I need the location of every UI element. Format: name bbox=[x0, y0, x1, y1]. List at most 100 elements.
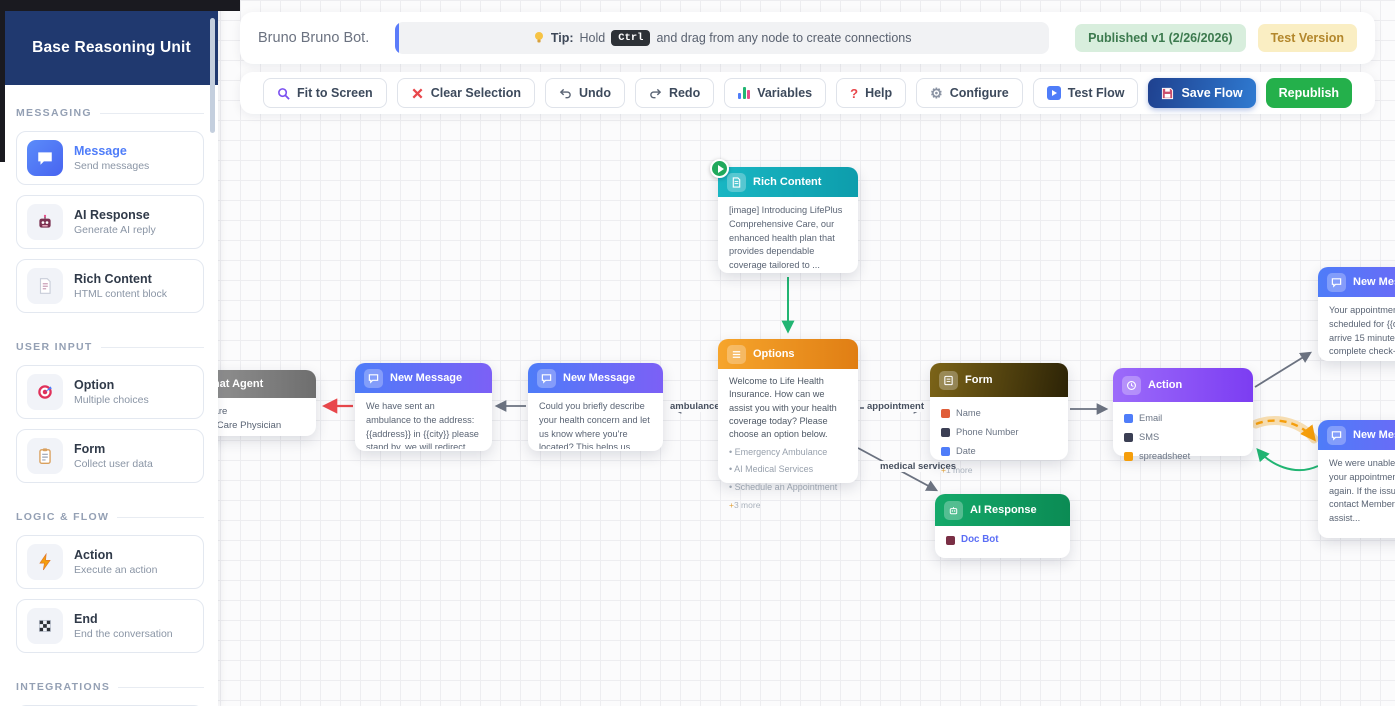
node-rich-content[interactable]: Rich Content [image] Introducing LifePlu… bbox=[718, 167, 858, 273]
section-integrations: INTEGRATIONS bbox=[16, 681, 204, 693]
node-new-message-ambulance[interactable]: New Message We have sent an ambulance to… bbox=[355, 363, 492, 451]
form-field: Name bbox=[956, 407, 981, 421]
node-body-text: [image] Introducing LifePlus Comprehensi… bbox=[718, 197, 858, 271]
ctrl-key-chip: Ctrl bbox=[611, 30, 650, 46]
tip-box: Tip: Hold Ctrl and drag from any node to… bbox=[395, 22, 1049, 54]
configure-button[interactable]: ⚙ Configure bbox=[916, 78, 1023, 108]
chat-bubble-icon bbox=[537, 369, 556, 388]
msg-line: assist... bbox=[1329, 512, 1395, 526]
msg-line: arrive 15 minutes e bbox=[1329, 332, 1395, 346]
node-title: Options bbox=[753, 348, 795, 360]
node-new-message-unable[interactable]: New Message We were unable to s your app… bbox=[1318, 420, 1395, 538]
node-title: New Message bbox=[1353, 429, 1395, 441]
tip-pre: Hold bbox=[580, 31, 606, 45]
section-logic-flow: LOGIC & FLOW bbox=[16, 511, 204, 523]
edge-label-ambulance: ambulance bbox=[667, 401, 723, 412]
msg-line: your appointment a bbox=[1329, 471, 1395, 485]
bulb-icon bbox=[533, 31, 545, 45]
action-field: spreadsheet bbox=[1139, 450, 1190, 464]
redo-icon bbox=[649, 87, 662, 100]
sidebar-item-rich-content[interactable]: Rich ContentHTML content block bbox=[16, 259, 204, 313]
node-new-message-describe[interactable]: New Message Could you briefly describe y… bbox=[528, 363, 663, 451]
flash-icon bbox=[27, 544, 63, 580]
sidebar-scrollbar[interactable] bbox=[210, 18, 215, 133]
chat-bubble-icon bbox=[1327, 426, 1346, 445]
form-field: Phone Number bbox=[956, 426, 1019, 440]
chat-bubble-icon bbox=[1327, 273, 1346, 292]
magnifier-icon bbox=[277, 87, 290, 100]
msg-line: scheduled for {{date bbox=[1329, 318, 1395, 332]
sidebar-item-form[interactable]: FormCollect user data bbox=[16, 429, 204, 483]
sidebar-item-end[interactable]: EndEnd the conversation bbox=[16, 599, 204, 653]
option-choice: AI Medical Services bbox=[729, 463, 847, 477]
save-flow-button[interactable]: Save Flow bbox=[1148, 78, 1255, 108]
fit-to-screen-button[interactable]: Fit to Screen bbox=[263, 78, 387, 108]
window-chrome-strip bbox=[0, 0, 5, 162]
node-body-text: We have sent an ambulance to the address… bbox=[355, 393, 492, 449]
node-title: New Message bbox=[1353, 276, 1395, 288]
sidebar-item-action[interactable]: ActionExecute an action bbox=[16, 535, 204, 589]
msg-line: again. If the issue p bbox=[1329, 485, 1395, 499]
bot-link[interactable]: Doc Bot bbox=[961, 533, 999, 548]
gear-icon: ⚙ bbox=[930, 85, 943, 102]
more-count: 3 more bbox=[729, 499, 847, 512]
more-count: 1 more bbox=[941, 464, 1057, 477]
redo-button[interactable]: Redo bbox=[635, 78, 714, 108]
window-chrome-strip bbox=[0, 0, 240, 11]
node-ai-response[interactable]: AI Response Doc Bot bbox=[935, 494, 1070, 558]
form-icon bbox=[939, 371, 958, 390]
edge-label-appointment: appointment bbox=[864, 401, 927, 412]
list-icon bbox=[727, 345, 746, 364]
save-icon bbox=[1161, 87, 1174, 100]
document-icon bbox=[27, 268, 63, 304]
edge-unable-to-action bbox=[1258, 450, 1318, 470]
node-action[interactable]: Action Email SMS spreadsheet bbox=[1113, 368, 1253, 456]
undo-button[interactable]: Undo bbox=[545, 78, 625, 108]
node-options[interactable]: Options Welcome to Life Health Insurance… bbox=[718, 339, 858, 483]
form-field: Date bbox=[956, 445, 976, 459]
variables-button[interactable]: Variables bbox=[724, 78, 826, 108]
document-icon bbox=[727, 173, 746, 192]
tip-accent-bar bbox=[395, 22, 399, 54]
published-badge: Published v1 (2/26/2026) bbox=[1075, 24, 1246, 52]
undo-icon bbox=[559, 87, 572, 100]
test-flow-button[interactable]: Test Flow bbox=[1033, 78, 1139, 108]
sidebar-item-message[interactable]: MessageSend messages bbox=[16, 131, 204, 185]
top-bar: Bruno Bruno Bot. Tip: Hold Ctrl and drag… bbox=[240, 12, 1375, 64]
sidebar-item-option[interactable]: OptionMultiple choices bbox=[16, 365, 204, 419]
republish-button[interactable]: Republish bbox=[1266, 78, 1352, 108]
clock-icon bbox=[1122, 376, 1141, 395]
action-field: SMS bbox=[1139, 431, 1159, 445]
play-badge-icon[interactable] bbox=[710, 159, 729, 178]
msg-line: Your appointment is bbox=[1329, 304, 1395, 318]
option-choice: Schedule an Appointment bbox=[729, 481, 847, 495]
msg-line: We were unable to s bbox=[1329, 457, 1395, 471]
message-icon bbox=[27, 140, 63, 176]
target-icon bbox=[27, 374, 63, 410]
sidebar-item-ai-response[interactable]: AI ResponseGenerate AI reply bbox=[16, 195, 204, 249]
chat-bubble-icon bbox=[364, 369, 383, 388]
help-button[interactable]: ? Help bbox=[836, 78, 906, 108]
question-icon: ? bbox=[850, 86, 858, 101]
clear-selection-button[interactable]: Clear Selection bbox=[397, 78, 535, 108]
flash-icon bbox=[1124, 452, 1133, 461]
calendar-icon bbox=[941, 447, 950, 456]
toolbar: Fit to Screen Clear Selection Undo Redo … bbox=[240, 72, 1375, 114]
node-title: AI Response bbox=[970, 504, 1037, 516]
robot-icon bbox=[27, 204, 63, 240]
edge-action-to-unable-glow bbox=[1256, 421, 1314, 439]
robot-icon bbox=[946, 536, 955, 545]
sidebar-scroll-area[interactable]: MESSAGING MessageSend messages AI Respon… bbox=[0, 85, 218, 706]
pen-icon bbox=[941, 409, 950, 418]
email-icon bbox=[1124, 414, 1133, 423]
sidebar: Base Reasoning Unit MESSAGING MessageSen… bbox=[0, 0, 218, 706]
node-form[interactable]: Form Name Phone Number Date 1 more bbox=[930, 363, 1068, 460]
edge-action-to-unable bbox=[1256, 421, 1314, 439]
sms-icon bbox=[1124, 433, 1133, 442]
clipboard-icon bbox=[27, 438, 63, 474]
node-new-message-appointment[interactable]: New Message Your appointment is schedule… bbox=[1318, 267, 1395, 361]
tip-post: and drag from any node to create connect… bbox=[656, 31, 911, 45]
checkered-flag-icon bbox=[27, 608, 63, 644]
bot-name: Bruno Bruno Bot. bbox=[258, 30, 369, 46]
sidebar-title: Base Reasoning Unit bbox=[5, 11, 218, 85]
